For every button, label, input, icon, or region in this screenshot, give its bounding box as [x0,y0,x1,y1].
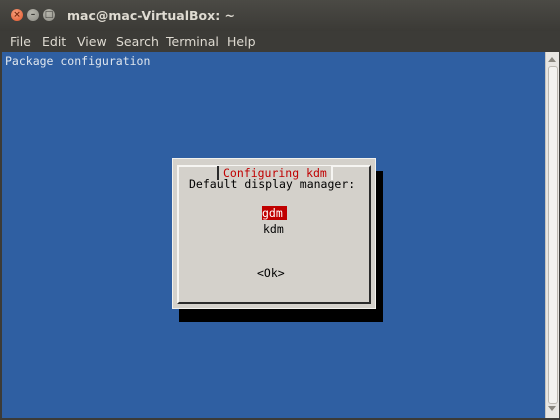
menu-bar: File Edit View Search Terminal Help [0,31,560,52]
scroll-down-arrow-icon[interactable] [548,406,556,411]
package-configuration-header: Package configuration [5,54,151,68]
menu-terminal[interactable]: Terminal [166,34,219,49]
terminal-screen[interactable]: Package configuration Configuring kdm De… [2,52,545,418]
vertical-scrollbar[interactable] [545,52,559,418]
window-title: mac@mac-VirtualBox: ~ [67,8,236,23]
dialog-prompt: Default display manager: [189,177,356,191]
minimize-icon[interactable]: – [27,9,39,21]
option-kdm[interactable]: kdm [263,222,284,236]
maximize-icon[interactable]: □ [43,9,55,21]
scrollbar-thumb[interactable] [548,66,558,404]
title-bar: × – □ mac@mac-VirtualBox: ~ [0,0,560,31]
option-gdm[interactable]: gdm [262,206,287,220]
scroll-up-arrow-icon[interactable] [548,57,556,62]
menu-help[interactable]: Help [227,34,256,49]
ok-button[interactable]: <Ok> [257,266,285,280]
menu-file[interactable]: File [10,34,31,49]
menu-view[interactable]: View [77,34,107,49]
menu-search[interactable]: Search [116,34,159,49]
close-icon[interactable]: × [11,9,23,21]
configuring-kdm-dialog: Configuring kdm Default display manager:… [172,158,376,309]
menu-edit[interactable]: Edit [42,34,66,49]
